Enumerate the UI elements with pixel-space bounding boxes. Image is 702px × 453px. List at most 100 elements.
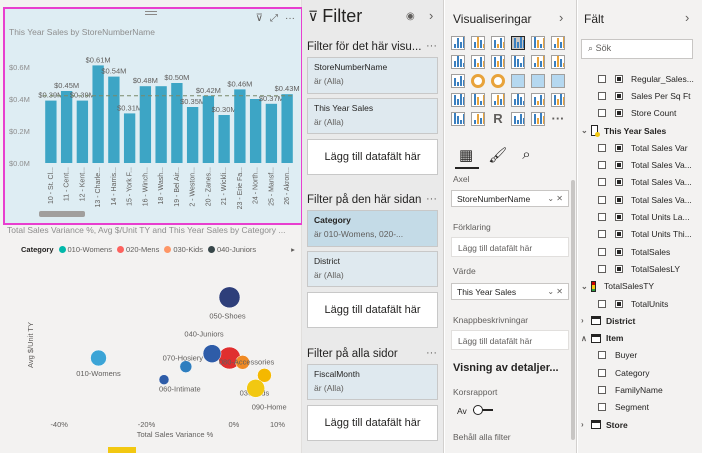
filter-card[interactable]: StoreNumberName är (Alla) bbox=[307, 57, 438, 94]
r-visual-icon[interactable]: R bbox=[491, 112, 505, 126]
filter-icon[interactable]: ⊽ bbox=[256, 13, 263, 24]
100-bar-icon[interactable] bbox=[531, 36, 545, 50]
cross-report-toggle[interactable] bbox=[473, 405, 493, 415]
clustered-bar-icon[interactable] bbox=[491, 36, 505, 50]
treemap-icon[interactable] bbox=[511, 74, 525, 88]
field-checkbox[interactable] bbox=[598, 109, 606, 118]
field-checkbox[interactable] bbox=[598, 161, 606, 170]
field-checkbox[interactable] bbox=[598, 195, 606, 204]
field-table-this-year-sales[interactable]: ⌄ This Year Sales bbox=[578, 122, 702, 139]
chevron-down-icon[interactable]: ⌄ bbox=[547, 287, 554, 296]
scatter-chart-icon[interactable] bbox=[451, 74, 465, 88]
add-field-dropzone[interactable]: Lägg till datafält här bbox=[307, 405, 438, 441]
more-options-icon[interactable]: ··· bbox=[285, 13, 295, 24]
chevron-icon[interactable]: ⌄ bbox=[581, 282, 591, 291]
more-options-icon[interactable]: ··· bbox=[426, 40, 437, 52]
legend-item[interactable]: 030-Kids bbox=[164, 245, 203, 254]
drag-handle[interactable] bbox=[145, 11, 157, 15]
field-item[interactable]: Total Sales Va... bbox=[578, 174, 702, 191]
field-item[interactable]: Total Sales Va... bbox=[578, 156, 702, 173]
map-icon[interactable] bbox=[531, 74, 545, 88]
filter-card[interactable]: This Year Sales är (Alla) bbox=[307, 98, 438, 134]
bar-chart-visual[interactable]: ⊽ ⤢ ··· This Year Sales by StoreNumberNa… bbox=[3, 7, 303, 225]
field-item[interactable]: Category bbox=[578, 364, 702, 381]
field-checkbox[interactable] bbox=[598, 403, 606, 412]
line-chart-icon[interactable] bbox=[451, 55, 465, 69]
field-item[interactable]: Regular_Sales... bbox=[578, 70, 702, 87]
stacked-bar-icon[interactable] bbox=[451, 36, 465, 50]
multi-row-card-icon[interactable] bbox=[511, 93, 525, 107]
clustered-column-icon[interactable] bbox=[511, 36, 525, 50]
remove-icon[interactable]: ✕ bbox=[556, 194, 563, 203]
card-icon[interactable] bbox=[491, 93, 505, 107]
analytics-magnifier-icon[interactable]: ⌕ bbox=[522, 146, 530, 164]
field-checkbox[interactable] bbox=[598, 351, 606, 360]
legend-item[interactable]: 010-Womens bbox=[58, 245, 112, 254]
field-checkbox[interactable] bbox=[598, 368, 606, 377]
matrix-icon[interactable] bbox=[471, 112, 485, 126]
stacked-area-icon[interactable] bbox=[491, 55, 505, 69]
field-checkbox[interactable] bbox=[598, 299, 606, 308]
filter-card[interactable]: FiscalMonth är (Alla) bbox=[307, 364, 438, 400]
field-checkbox[interactable] bbox=[598, 91, 606, 100]
legend-dropzone[interactable]: Lägg till datafält här bbox=[451, 237, 569, 257]
scrollbar[interactable] bbox=[571, 180, 575, 440]
filled-map-icon[interactable] bbox=[551, 74, 565, 88]
eye-icon[interactable]: ◉ bbox=[406, 11, 415, 22]
value-field-well[interactable]: This Year Sales ⌄ ✕ bbox=[451, 283, 569, 300]
field-item[interactable]: Total Sales Va... bbox=[578, 191, 702, 208]
filter-card[interactable]: Category är 010-Womens, 020-... bbox=[307, 210, 438, 247]
chevron-right-icon[interactable]: › bbox=[429, 8, 433, 23]
field-checkbox[interactable] bbox=[598, 230, 606, 239]
field-item[interactable]: TotalSales bbox=[578, 243, 702, 260]
field-item[interactable]: Total Units La... bbox=[578, 208, 702, 225]
remove-icon[interactable]: ✕ bbox=[556, 287, 563, 296]
donut-chart-icon[interactable] bbox=[491, 74, 505, 88]
chevron-icon[interactable]: › bbox=[581, 316, 591, 325]
field-checkbox[interactable] bbox=[598, 247, 606, 256]
chevron-right-icon[interactable]: › bbox=[685, 10, 689, 25]
filter-card[interactable]: District är (Alla) bbox=[307, 251, 438, 287]
ribbon-chart-icon[interactable] bbox=[531, 55, 545, 69]
page-tab-indicator[interactable] bbox=[108, 447, 136, 453]
field-item[interactable]: Total Units Thi... bbox=[578, 226, 702, 243]
waterfall-icon[interactable] bbox=[551, 55, 565, 69]
search-input[interactable]: ⌕ Sök bbox=[581, 39, 693, 59]
field-table-totalsalesty[interactable]: ⌄ TotalSalesTY bbox=[578, 278, 702, 295]
field-item[interactable]: Store Count bbox=[578, 105, 702, 122]
chevron-up-icon[interactable]: ∧ bbox=[581, 334, 591, 343]
format-paint-roller-icon[interactable]: 🖌 bbox=[488, 146, 507, 164]
scatter-chart-visual[interactable]: Total Sales Variance %, Avg $/Unit TY an… bbox=[3, 225, 301, 445]
field-item[interactable]: Segment bbox=[578, 399, 702, 416]
add-field-dropzone[interactable]: Lägg till datafält här bbox=[307, 292, 438, 328]
field-table-store[interactable]: › Store bbox=[578, 416, 702, 433]
chevron-right-icon[interactable]: › bbox=[559, 10, 563, 25]
field-checkbox[interactable] bbox=[598, 143, 606, 152]
more-options-icon[interactable]: ··· bbox=[426, 193, 437, 205]
slicer-icon[interactable] bbox=[551, 93, 565, 107]
field-checkbox[interactable] bbox=[598, 178, 606, 187]
more-visuals-icon[interactable]: ··· bbox=[551, 112, 565, 126]
field-table-item[interactable]: ∧ Item bbox=[578, 329, 702, 346]
field-item[interactable]: Sales Per Sq Ft bbox=[578, 87, 702, 104]
fields-tab-icon[interactable]: ▦ bbox=[459, 146, 473, 164]
chevron-icon[interactable]: ⌄ bbox=[581, 126, 591, 135]
legend-item[interactable]: 020-Mens bbox=[116, 245, 159, 254]
field-item[interactable]: FamilyName bbox=[578, 381, 702, 398]
add-field-dropzone[interactable]: Lägg till datafält här bbox=[307, 139, 438, 175]
field-checkbox[interactable] bbox=[598, 264, 606, 273]
funnel-icon[interactable] bbox=[451, 93, 465, 107]
field-item[interactable]: TotalUnits bbox=[578, 295, 702, 312]
field-checkbox[interactable] bbox=[598, 213, 606, 222]
stacked-column-icon[interactable] bbox=[471, 36, 485, 50]
field-checkbox[interactable] bbox=[598, 74, 606, 83]
legend-next-icon[interactable]: ▸ bbox=[291, 245, 295, 254]
tooltips-dropzone[interactable]: Lägg till datafält här bbox=[451, 330, 569, 350]
chevron-icon[interactable]: › bbox=[581, 420, 591, 429]
table-icon[interactable] bbox=[451, 112, 465, 126]
chevron-down-icon[interactable]: ⌄ bbox=[547, 194, 554, 203]
100-column-icon[interactable] bbox=[551, 36, 565, 50]
pie-chart-icon[interactable] bbox=[471, 74, 485, 88]
field-item[interactable]: Total Sales Var bbox=[578, 139, 702, 156]
field-item[interactable]: TotalSalesLY bbox=[578, 260, 702, 277]
